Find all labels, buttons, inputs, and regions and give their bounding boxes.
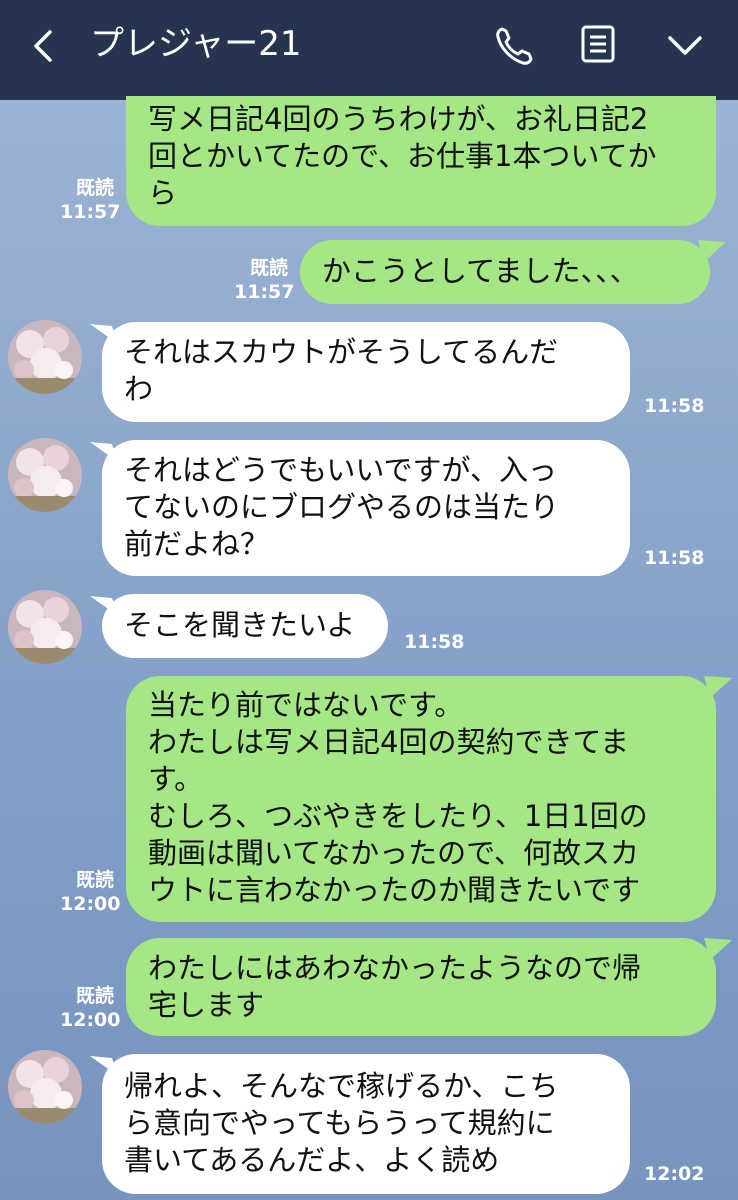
message-text-line: かこうとしてました、、、 [322,254,639,288]
message-text-line: ら [148,176,178,210]
avatar[interactable] [8,320,82,394]
message-bubble-sent[interactable]: かこうとしてました、、、 [300,240,710,304]
message-time: 11:58 [644,547,705,569]
back-arrow-icon[interactable] [26,26,66,66]
message-text-line: ら意向でやってもらうって規約に [124,1106,555,1140]
message-meta: 既読 12:00 [60,868,121,916]
message-meta: 既読 11:57 [60,176,121,224]
message-text-line: 動画は聞いてなかったので、何故スカ [148,836,639,870]
read-receipt: 既読 [75,869,114,891]
message-text-line: ウトに言わなかったのか聞きたいです [148,873,641,907]
message-bubble-received[interactable]: そこを聞きたいよ [102,594,388,658]
message-time: 11:57 [234,281,295,303]
message-text-line: むしろ、つぶやきをしたり、1日1回の [148,799,648,833]
bubble-tail [698,240,726,262]
chevron-down-icon[interactable] [664,26,706,66]
message-text-line: す。 [148,762,204,796]
bubble-tail [704,938,732,960]
message-bubble-received[interactable]: 帰れよ、そんなで稼げるか、こち ら意向でやってもらうって規約に 書いてあるんだよ… [102,1054,630,1194]
message-time: 12:00 [60,893,121,915]
message-text-line: 帰れよ、そんなで稼げるか、こち [124,1069,559,1103]
message-text-line: 宅します [148,988,265,1022]
message-text-line: わ [124,372,154,406]
message-time: 12:02 [644,1163,705,1185]
message-time: 12:00 [60,1009,121,1031]
notes-icon[interactable] [580,24,616,64]
message-text-line: そこを聞きたいよ [124,608,356,642]
bubble-tail [704,676,732,698]
message-bubble-sent[interactable]: 当たり前ではないです。 わたしは写メ日記4回の契約できてま す。 むしろ、つぶや… [126,676,716,922]
read-receipt: 既読 [75,985,114,1007]
message-time: 11:57 [60,201,121,223]
message-text-line: わたしは写メ日記4回の契約できてま [148,725,630,759]
phone-icon[interactable] [493,24,537,68]
message-bubble-sent[interactable]: 写メ日記4回のうちわけが、お礼日記2 回とかいてたので、お仕事1本ついてか ら [126,96,716,226]
message-text-line: てないのにブログやるのは当たり [124,490,560,524]
message-meta: 既読 11:57 [234,256,295,304]
message-time: 11:58 [644,395,705,417]
message-text-line: 写メ日記4回のうちわけが、お礼日記2 [148,102,649,136]
chat-header: プレジャー21 [0,0,738,100]
message-time: 11:58 [404,631,465,653]
message-text-line: 回とかいてたので、お仕事1本ついてか [148,139,657,173]
avatar[interactable] [8,438,82,512]
message-text-line: 当たり前ではないです。 [148,688,464,722]
read-receipt: 既読 [249,257,288,279]
message-bubble-received[interactable]: それはどうでもいいですが、入っ てないのにブログやるのは当たり 前だよね？ [102,440,630,576]
avatar[interactable] [8,1050,82,1124]
message-text-line: 書いてあるんだよ、よく読め [124,1143,500,1177]
message-text-line: それはどうでもいいですが、入っ [124,453,557,487]
message-text-line: わたしにはあわなかったようなので帰 [148,951,642,985]
message-bubble-received[interactable]: それはスカウトがそうしてるんだ わ [102,322,630,422]
message-text-line: それはスカウトがそうしてるんだ [124,335,559,369]
avatar[interactable] [8,590,82,664]
message-text-line: 前だよね？ [124,527,270,561]
chat-title: プレジャー21 [90,24,302,64]
read-receipt: 既読 [75,177,114,199]
message-bubble-sent[interactable]: わたしにはあわなかったようなので帰 宅します [126,938,716,1036]
message-meta: 既読 12:00 [60,984,121,1032]
